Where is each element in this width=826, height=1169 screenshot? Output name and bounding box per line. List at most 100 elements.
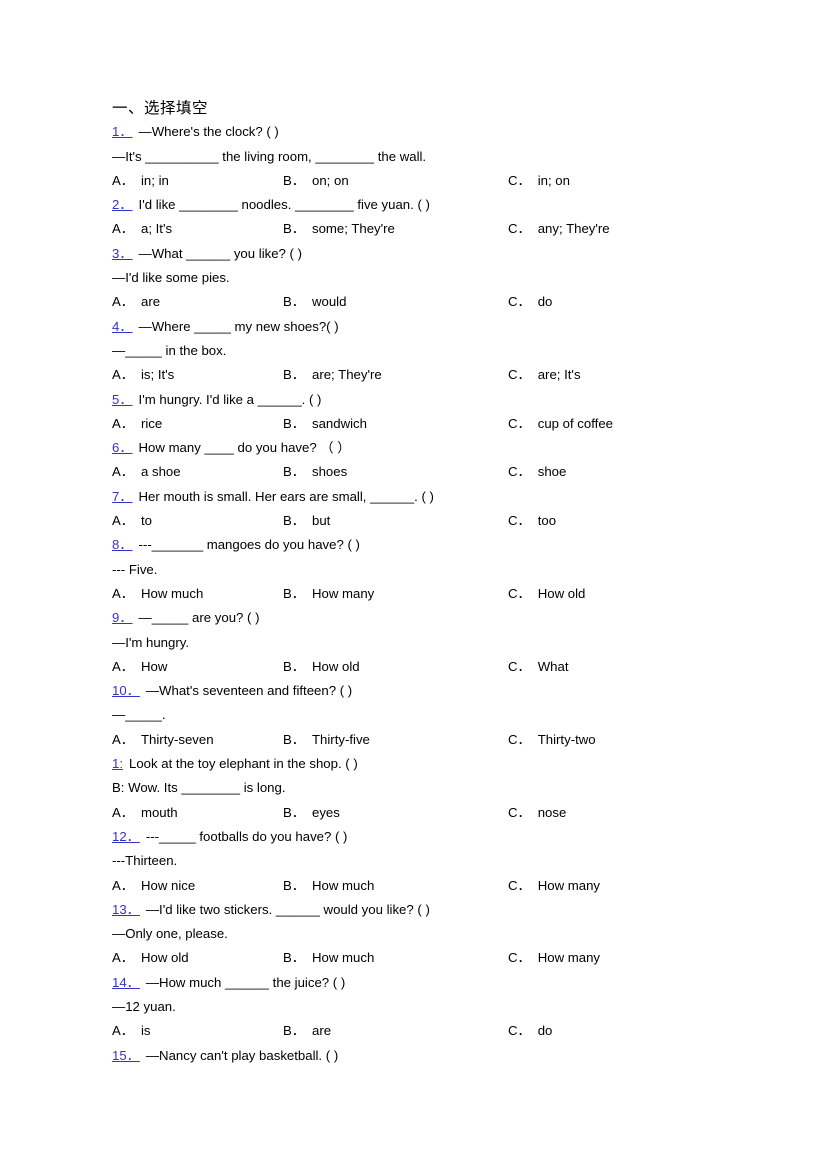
question-continuation: --- Five. [112,558,772,582]
answer-option[interactable]: A． is; It's [112,363,174,387]
question-number: 9． [112,610,133,626]
option-label: on; on [311,172,349,188]
option-letter: B． [283,1023,305,1039]
question-text: —Only one, please. [112,926,228,942]
answer-option[interactable]: B． Thirty-five [283,728,370,752]
answer-option[interactable]: A． How old [112,946,189,970]
answer-option[interactable]: A． Thirty-seven [112,728,214,752]
question-text: —How much ______ the juice? ( ) [145,974,346,990]
answer-option[interactable]: C． How many [508,874,600,898]
option-letter: B． [283,172,305,188]
question-text: —Nancy can't play basketball. ( ) [145,1047,339,1063]
option-label: Thirty-two [537,731,596,747]
option-letter: C． [508,658,531,674]
answer-option[interactable]: A． rice [112,412,162,436]
question-stem: 9． —_____ are you? ( ) [112,606,772,630]
answer-option[interactable]: A． to [112,509,152,533]
answer-option[interactable]: B． shoes [283,460,347,484]
answer-option[interactable]: A． How nice [112,874,195,898]
answer-option[interactable]: C． shoe [508,460,566,484]
option-label: shoes [311,464,348,480]
option-row: A． How nice B． How much C． How many [112,874,772,898]
question-text: —_____. [112,707,166,723]
document-page: 一、选择填空 1． —Where's the clock? ( ) —It's __… [0,0,826,1169]
question-number: 1: [112,756,123,772]
answer-option[interactable]: A． How [112,655,167,679]
answer-option[interactable]: C． do [508,1019,552,1043]
option-letter: B． [283,731,305,747]
answer-option[interactable]: B． some; They're [283,217,395,241]
question-number: 3． [112,245,133,261]
option-letter: C． [508,731,531,747]
answer-option[interactable]: A． a shoe [112,460,181,484]
question-text: —I'd like some pies. [112,270,230,286]
option-label: rice [140,415,163,431]
answer-option[interactable]: C． Thirty-two [508,728,596,752]
answer-option[interactable]: C． too [508,509,556,533]
answer-option[interactable]: C． in; on [508,169,570,193]
answer-option[interactable]: B． How old [283,655,360,679]
answer-option[interactable]: A． mouth [112,801,178,825]
option-letter: C． [508,585,531,601]
answer-option[interactable]: B． are [283,1019,331,1043]
question-stem: 4． —Where _____ my new shoes?( ) [112,315,772,339]
answer-option[interactable]: C． nose [508,801,566,825]
option-label: Thirty-seven [140,731,214,747]
answer-option[interactable]: B． are; They're [283,363,382,387]
answer-option[interactable]: B． eyes [283,801,340,825]
option-label: eyes [311,804,340,820]
answer-option[interactable]: B． How many [283,582,374,606]
option-label: a; It's [140,221,173,237]
option-letter: C． [508,804,531,820]
option-letter: A． [112,513,134,529]
answer-option[interactable]: B． on; on [283,169,349,193]
question-number: 4． [112,318,133,334]
answer-option[interactable]: A． is [112,1019,151,1043]
answer-option[interactable]: C． do [508,290,552,314]
answer-option[interactable]: C． How old [508,582,585,606]
question-number: 10． [112,683,140,699]
option-label: do [537,294,553,310]
question-stem: 2． I'd like ________ noodles. ________ fi… [112,193,772,217]
question-text: —What's seventeen and fifteen? ( ) [145,683,353,699]
question-continuation: —12 yuan. [112,995,772,1019]
answer-option[interactable]: B． How much [283,874,374,898]
option-row: A． rice B． sandwich C． cup of coffee [112,412,772,436]
question-text: Her mouth is small. Her ears are small, … [138,488,434,504]
question-text: How many ____ do you have? （ ） [138,440,351,456]
question-stem: 12． ---_____ footballs do you have? ( ) [112,825,772,849]
answer-option[interactable]: B． would [283,290,346,314]
answer-option[interactable]: B． How much [283,946,374,970]
question-continuation: —Only one, please. [112,922,772,946]
document-content: 一、选择填空 1． —Where's the clock? ( ) —It's __… [112,96,772,1068]
answer-option[interactable]: B． sandwich [283,412,367,436]
question-stem: 1． —Where's the clock? ( ) [112,120,772,144]
option-letter: B． [283,415,305,431]
option-label: are [140,294,161,310]
option-label: mouth [140,804,178,820]
answer-option[interactable]: A． are [112,290,160,314]
option-letter: B． [283,294,305,310]
answer-option[interactable]: A． in; in [112,169,169,193]
answer-option[interactable]: A． How much [112,582,203,606]
answer-option[interactable]: A． a; It's [112,217,172,241]
question-continuation: —It's __________ the living room, ______… [112,145,772,169]
option-label: How much [140,585,204,601]
option-letter: A． [112,464,134,480]
option-letter: A． [112,731,134,747]
option-label: cup of coffee [537,415,613,431]
answer-option[interactable]: C． How many [508,946,600,970]
answer-option[interactable]: C． any; They're [508,217,610,241]
question-text: ---_____ footballs do you have? ( ) [145,828,348,844]
option-label: is [140,1023,151,1039]
option-label: are; They're [311,367,382,383]
option-label: How many [311,585,375,601]
option-row: A． in; in B． on; on C． in; on [112,169,772,193]
question-stem: 14． —How much ______ the juice? ( ) [112,971,772,995]
answer-option[interactable]: C． cup of coffee [508,412,613,436]
answer-option[interactable]: C． What [508,655,569,679]
option-letter: B． [283,950,305,966]
answer-option[interactable]: B． but [283,509,330,533]
answer-option[interactable]: C． are; It's [508,363,581,387]
option-letter: B． [283,585,305,601]
